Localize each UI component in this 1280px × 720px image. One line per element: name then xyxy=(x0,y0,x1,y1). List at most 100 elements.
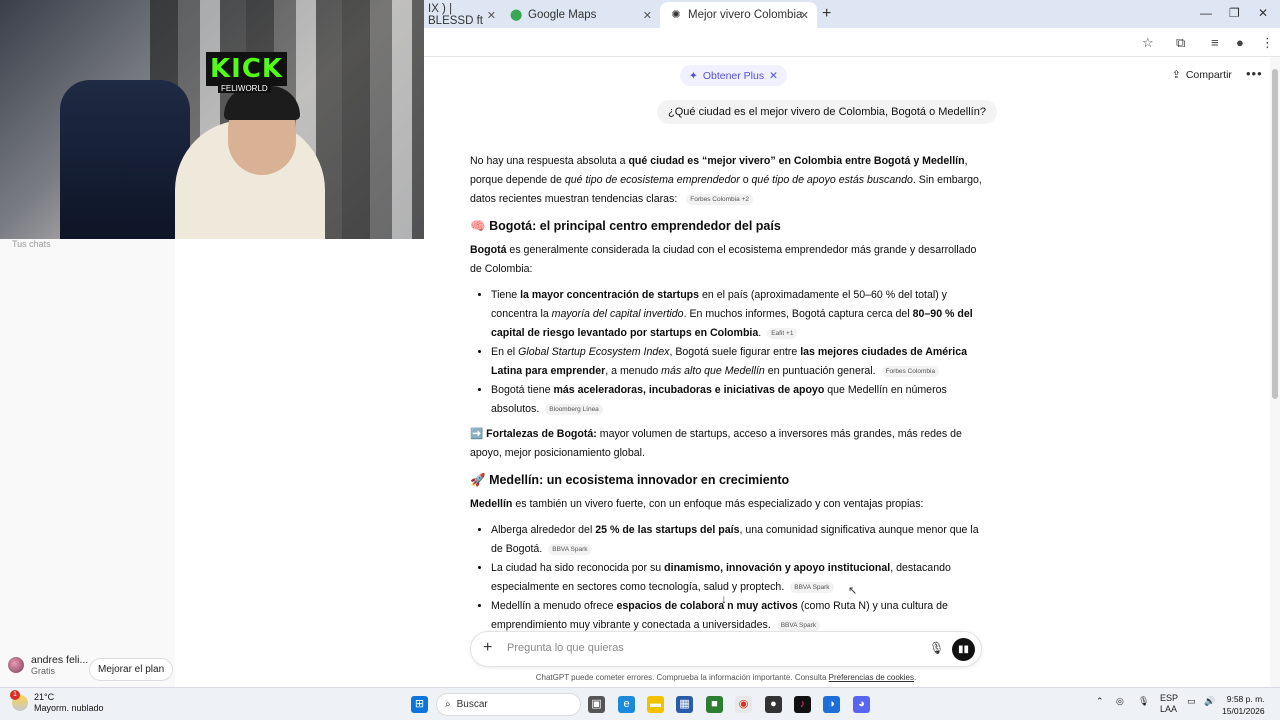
text: , Bogotá suele figurar entre xyxy=(669,346,801,358)
share-icon: ⇪ xyxy=(1172,69,1181,81)
media-controls-icon[interactable]: ≡ xyxy=(1211,35,1219,50)
share-label: Compartir xyxy=(1185,69,1232,81)
app-icon[interactable]: ◑ xyxy=(823,696,840,713)
tiktok-icon[interactable]: ♪ xyxy=(794,696,811,713)
source-chip[interactable]: BBVA Spark xyxy=(776,619,821,631)
bogota-heading: 🧠 Bogotá: el principal centro emprendedo… xyxy=(470,216,990,236)
answer-intro: No hay una respuesta absoluta a qué ciud… xyxy=(470,152,990,209)
user-name: andres feli... xyxy=(31,654,89,666)
network-icon[interactable]: ▭ xyxy=(1187,696,1196,707)
list-item: Bogotá tiene más aceleradoras, incubador… xyxy=(491,381,990,419)
tab-mejor-vivero[interactable]: ✺ Mejor vivero Colombia ✕ xyxy=(660,2,817,28)
tab-google-maps[interactable]: ⬤ Google Maps ✕ xyxy=(500,2,660,28)
get-plus-button[interactable]: ✦ Obtener Plus ✕ xyxy=(680,65,787,86)
list-item: Medellín a menudo ofrece espacios de col… xyxy=(491,597,990,635)
text-italic: mayoría del capital invertido xyxy=(551,308,684,320)
text: es también un vivero fuerte, con un enfo… xyxy=(512,498,924,510)
disclaimer-text: . xyxy=(914,673,917,682)
attach-plus-icon[interactable]: + xyxy=(483,639,492,657)
minecraft-icon[interactable]: ■ xyxy=(706,696,723,713)
close-icon[interactable]: ✕ xyxy=(643,9,652,22)
chatgpt-icon: ✺ xyxy=(671,9,681,21)
tray-app-icon[interactable]: ◎ xyxy=(1116,696,1124,707)
weather-widget[interactable]: 1 21°C Mayorm. nublado xyxy=(10,690,104,714)
tab-mejor-vivero-label: Mejor vivero Colombia xyxy=(688,9,803,21)
text-bold: más aceleradoras, incubadoras e iniciati… xyxy=(553,384,825,396)
close-icon[interactable]: ✕ xyxy=(769,70,778,82)
task-view-icon[interactable]: ▣ xyxy=(588,696,605,713)
system-clock[interactable]: 9:58 p. m. 15/01/2026 xyxy=(1222,693,1265,717)
volume-icon[interactable]: 🔊 xyxy=(1204,696,1215,707)
tab-youtube[interactable]: IX ) | BLESSD ft ✕ xyxy=(418,2,504,28)
extensions-icon[interactable]: ⧉ xyxy=(1176,35,1185,51)
text: La ciudad ha sido reconocida por su xyxy=(491,562,665,574)
text-bold: dinamismo, innovación y apoyo institucio… xyxy=(664,562,891,574)
source-chip[interactable]: BBVA Spark xyxy=(548,543,592,555)
prompt-input[interactable]: Pregunta lo que quieras xyxy=(507,642,624,654)
brain-icon: 🧠 xyxy=(470,219,486,233)
weather-temp: 21°C xyxy=(34,692,55,702)
taskbar-search[interactable]: ⌕ Buscar xyxy=(436,693,581,716)
bogota-list: Tiene la mayor concentración de startups… xyxy=(491,286,990,419)
list-item: La ciudad ha sido reconocida por su dina… xyxy=(491,559,990,597)
language-indicator[interactable]: ESP LAA xyxy=(1160,693,1178,715)
source-chip[interactable]: Bloomberg Línea xyxy=(545,403,603,415)
source-chip[interactable]: BBVA Spark xyxy=(790,581,834,593)
profile-icon[interactable]: ● xyxy=(1236,35,1244,50)
text-italic: qué tipo de ecosistema emprendedor xyxy=(564,174,740,186)
tray-mic-icon[interactable]: 🎙 xyxy=(1138,696,1149,707)
chrome-menu-icon[interactable]: ⋮ xyxy=(1261,35,1274,51)
text-italic: más alto que Medellín xyxy=(661,365,765,377)
medellin-heading: 🚀 Medellín: un ecosistema innovador en c… xyxy=(470,470,990,490)
close-icon[interactable]: ✕ xyxy=(487,9,496,22)
text-italic: qué tipo de apoyo estás buscando xyxy=(751,174,913,186)
bookmark-star-icon[interactable]: ☆ xyxy=(1142,35,1154,51)
microphone-icon[interactable]: 🎙 xyxy=(929,641,944,655)
upgrade-plan-button[interactable]: Mejorar el plan xyxy=(89,658,174,681)
source-chip[interactable]: Forbes Colombia +2 xyxy=(686,193,753,205)
maps-pin-icon: ⬤ xyxy=(510,9,523,21)
restore-icon[interactable]: ❐ xyxy=(1229,6,1240,20)
text-bold: 25 % de las startups del país xyxy=(595,524,740,536)
edge-icon[interactable]: e xyxy=(618,696,635,713)
windows-start-icon[interactable]: ⊞ xyxy=(411,696,428,713)
window-close-icon[interactable]: ✕ xyxy=(1258,6,1268,20)
share-button[interactable]: ⇪ Compartir xyxy=(1172,69,1232,81)
voice-mode-icon[interactable]: ▮▮ xyxy=(952,638,975,661)
obs-icon[interactable]: ● xyxy=(765,696,782,713)
bogota-lead: Bogotá es generalmente considerada la ci… xyxy=(470,241,990,279)
medellin-lead: Medellín es también un vivero fuerte, co… xyxy=(470,495,990,514)
text: . xyxy=(758,327,762,339)
scroll-down-icon[interactable]: ↓ xyxy=(721,592,727,606)
webcam-gaming-chair xyxy=(60,80,190,239)
list-item: En el Global Startup Ecosystem Index, Bo… xyxy=(491,343,990,381)
minimize-icon[interactable]: — xyxy=(1200,6,1212,20)
source-chip[interactable]: Eafit +1 xyxy=(767,327,798,339)
source-chip[interactable]: Forbes Colombia xyxy=(881,365,940,377)
new-tab-icon[interactable]: + xyxy=(822,5,831,23)
scrollbar-thumb[interactable] xyxy=(1272,69,1278,399)
prompt-composer[interactable]: + Pregunta lo que quieras 🎙 ▮▮ xyxy=(470,631,982,667)
user-plan: Gratis xyxy=(31,666,56,676)
avatar xyxy=(8,657,24,673)
text-bold: Medellín xyxy=(470,498,513,510)
text: en puntuación general. xyxy=(764,365,876,377)
clock-date: 15/01/2026 xyxy=(1222,706,1265,716)
chrome-icon[interactable]: ◉ xyxy=(735,696,752,713)
page-scrollbar[interactable] xyxy=(1270,57,1280,687)
assistant-answer: No hay una respuesta absoluta a qué ciud… xyxy=(470,152,990,641)
close-icon[interactable]: ✕ xyxy=(800,9,809,22)
lang-top: ESP xyxy=(1160,693,1179,703)
cookie-preferences-link[interactable]: Preferencias de cookies xyxy=(829,673,914,682)
file-explorer-icon[interactable]: ▬ xyxy=(647,696,664,713)
discord-icon[interactable]: ◕ xyxy=(853,696,870,713)
tray-overflow-icon[interactable]: ⌃ xyxy=(1096,696,1104,707)
user-menu[interactable]: andres feli... Gratis xyxy=(8,654,88,676)
more-options-icon[interactable]: ••• xyxy=(1246,66,1263,81)
search-icon: ⌕ xyxy=(445,699,451,710)
windows-taskbar: 1 21°C Mayorm. nublado ⊞ ⌕ Buscar ▣ e ▬ … xyxy=(0,687,1280,720)
text: . En muchos informes, Bogotá captura cer… xyxy=(683,308,913,320)
disclaimer-text: ChatGPT puede cometer errores. Comprueba… xyxy=(535,673,829,682)
store-icon[interactable]: ▦ xyxy=(676,696,693,713)
bogota-strengths: ➡️ Fortalezas de Bogotá: mayor volumen d… xyxy=(470,425,990,463)
